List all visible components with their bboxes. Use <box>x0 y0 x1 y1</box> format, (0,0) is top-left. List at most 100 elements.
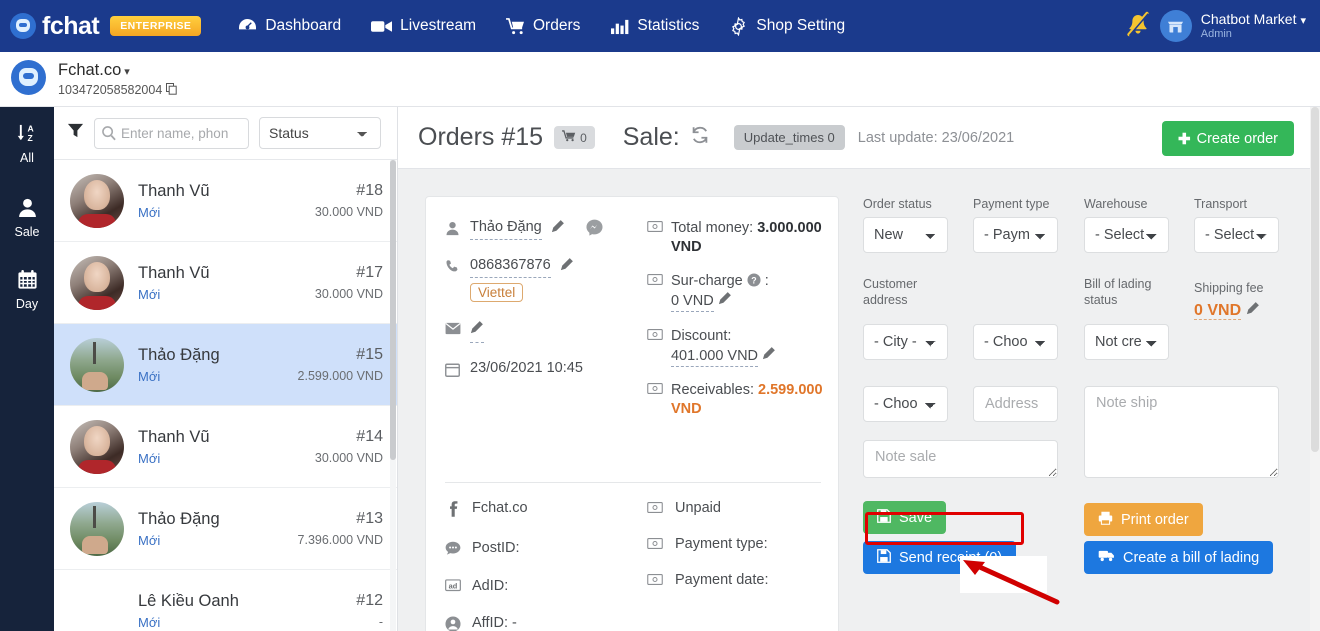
meta-text: Unpaid <box>674 500 721 516</box>
list-item-status: Mới <box>138 532 161 548</box>
refresh-icon[interactable] <box>690 125 710 150</box>
ward-select[interactable]: - Choo <box>863 386 948 422</box>
list-item[interactable]: Thảo Đặng Mới #15 2.599.000 VND <box>54 324 397 406</box>
nav-label: Livestream <box>400 17 476 34</box>
payment-type-select[interactable]: - Paym <box>973 217 1058 253</box>
search-box[interactable] <box>94 117 249 149</box>
receivables-row: Receivables: 2.599.000 VND <box>647 381 838 419</box>
list-scrollbar[interactable] <box>390 160 396 631</box>
shipping-fee-value[interactable]: 0 VND <box>1194 302 1242 320</box>
note-sale-textarea[interactable] <box>863 440 1058 478</box>
pencil-icon[interactable] <box>1246 302 1260 319</box>
conversation-items: Thanh Vũ Mới #18 30.000 VND Thanh Vũ Mới #17 30… <box>54 160 397 631</box>
list-item-order-id: #13 <box>356 510 383 527</box>
district-select[interactable]: - Choo <box>973 324 1058 360</box>
funnel-filter-icon[interactable] <box>67 122 84 144</box>
transport-select[interactable]: - Select <box>1194 217 1279 253</box>
print-order-button[interactable]: Print order <box>1084 503 1203 536</box>
pencil-icon[interactable] <box>718 292 732 309</box>
list-item[interactable]: Lê Kiều Oanh Mới #12 - <box>54 570 397 631</box>
meta-text: Fchat.co <box>472 500 528 516</box>
left-icon-rail: AZ All Sale Day <box>0 107 54 631</box>
nav-item-orders[interactable]: Orders <box>491 11 595 41</box>
save-button[interactable]: Save <box>863 501 947 534</box>
bill-of-lading-status-select[interactable]: Not cre <box>1084 324 1169 360</box>
shipping-fee-label: Shipping fee <box>1194 281 1264 295</box>
warehouse-label: Warehouse <box>1084 197 1148 211</box>
avatar <box>70 584 124 631</box>
list-item-order-id: #15 <box>356 346 383 363</box>
create-bill-of-lading-button[interactable]: Create a bill of lading <box>1084 541 1274 574</box>
city-select[interactable]: - City - <box>863 324 948 360</box>
money-bill-icon <box>647 272 663 311</box>
transport-label: Transport <box>1194 197 1248 211</box>
pencil-icon[interactable] <box>560 257 574 278</box>
address-input[interactable] <box>973 386 1058 422</box>
update-times-chip[interactable]: Update_times 0 <box>733 125 845 150</box>
sort-alpha-down-icon: AZ <box>16 124 39 148</box>
list-item-main: Thảo Đặng Mới <box>138 346 298 384</box>
list-item[interactable]: Thanh Vũ Mới #17 30.000 VND <box>54 242 397 324</box>
cart-count-chip[interactable]: 0 <box>554 126 595 149</box>
surcharge-value[interactable]: 0 VND <box>670 293 714 313</box>
avatar <box>70 337 124 392</box>
surcharge-label: Sur-charge <box>670 273 743 290</box>
rail-item-day[interactable]: Day <box>0 239 54 311</box>
list-item[interactable]: Thảo Đặng Mới #13 7.396.000 VND <box>54 488 397 570</box>
list-item-meta: #18 30.000 VND <box>315 182 383 219</box>
pencil-icon[interactable] <box>762 346 776 364</box>
status-filter-select[interactable]: Status <box>259 117 381 149</box>
user-icon <box>17 198 38 222</box>
question-circle-icon[interactable]: ? <box>747 273 765 289</box>
money-bill-icon <box>647 327 663 366</box>
page-scrollbar[interactable] <box>1310 107 1320 631</box>
store-icon[interactable] <box>1159 10 1192 42</box>
pencil-icon[interactable] <box>551 219 565 240</box>
list-item[interactable]: Thanh Vũ Mới #14 30.000 VND <box>54 406 397 488</box>
list-scrollbar-thumb[interactable] <box>390 160 396 460</box>
list-item[interactable]: Thanh Vũ Mới #18 30.000 VND <box>54 160 397 242</box>
list-item-main: Thanh Vũ Mới <box>138 182 315 220</box>
nav-item-livestream[interactable]: Livestream <box>356 11 491 41</box>
copy-icon[interactable] <box>165 83 177 97</box>
money-bill-icon <box>647 536 664 553</box>
rail-item-all[interactable]: AZ All <box>0 107 54 165</box>
money-summary-column: Total money: 3.000.000 VND Sur-charge ? … <box>647 219 838 434</box>
app-root: fchat ENTERPRISE Dashboard Livestream Or… <box>0 0 1320 631</box>
brand[interactable]: fchat ENTERPRISE <box>10 12 202 41</box>
nav-item-shop-setting[interactable]: Shop Setting <box>714 11 860 42</box>
list-item-meta: #17 30.000 VND <box>315 264 383 301</box>
search-input[interactable] <box>121 118 246 148</box>
customer-name[interactable]: Thảo Đặng <box>470 219 542 240</box>
page-subheader: Fchat.co ▾ 103472058582004 <box>0 52 1320 136</box>
customer-address-label: Customer address <box>863 277 918 307</box>
user-menu[interactable]: Chatbot Market ▾ Admin <box>1201 11 1306 40</box>
create-order-button[interactable]: ✚ Create order <box>1162 121 1294 156</box>
page-scrollbar-thumb[interactable] <box>1311 107 1319 452</box>
warehouse-select[interactable]: - Select <box>1084 217 1169 253</box>
info-card-bottom: Fchat.co PostID: ad AdID: AffID: - Unpaid Pay… <box>426 500 838 631</box>
chevron-down-icon: ▾ <box>1300 15 1306 28</box>
pencil-icon[interactable] <box>470 320 484 343</box>
shop-selector[interactable]: Fchat.co ▾ <box>58 61 130 80</box>
note-ship-textarea[interactable] <box>1084 386 1279 478</box>
customer-phone[interactable]: 0868367876 <box>470 257 551 278</box>
list-item-status: Mới <box>138 368 161 384</box>
bell-slash-icon[interactable] <box>1116 9 1160 43</box>
list-item-amount: 30.000 VND <box>314 205 383 219</box>
svg-text:Z: Z <box>27 133 32 143</box>
svg-text:A: A <box>27 124 33 134</box>
meta-row: Payment type: <box>647 536 838 553</box>
nav-item-statistics[interactable]: Statistics <box>595 11 714 41</box>
user-circle-icon <box>444 615 461 631</box>
cart-count: 0 <box>580 130 587 145</box>
ad-icon: ad <box>444 578 461 596</box>
messenger-icon[interactable] <box>586 219 603 240</box>
nav-item-dashboard[interactable]: Dashboard <box>223 11 356 41</box>
rail-item-sale[interactable]: Sale <box>0 165 54 239</box>
list-item-main: Lê Kiều Oanh Mới <box>138 592 356 630</box>
order-status-select[interactable]: New <box>863 217 948 253</box>
discount-value[interactable]: 401.000 VND <box>670 347 759 367</box>
list-filter-row: Status <box>54 107 397 160</box>
surcharge-row: Sur-charge ? : 0 VND <box>647 272 838 313</box>
